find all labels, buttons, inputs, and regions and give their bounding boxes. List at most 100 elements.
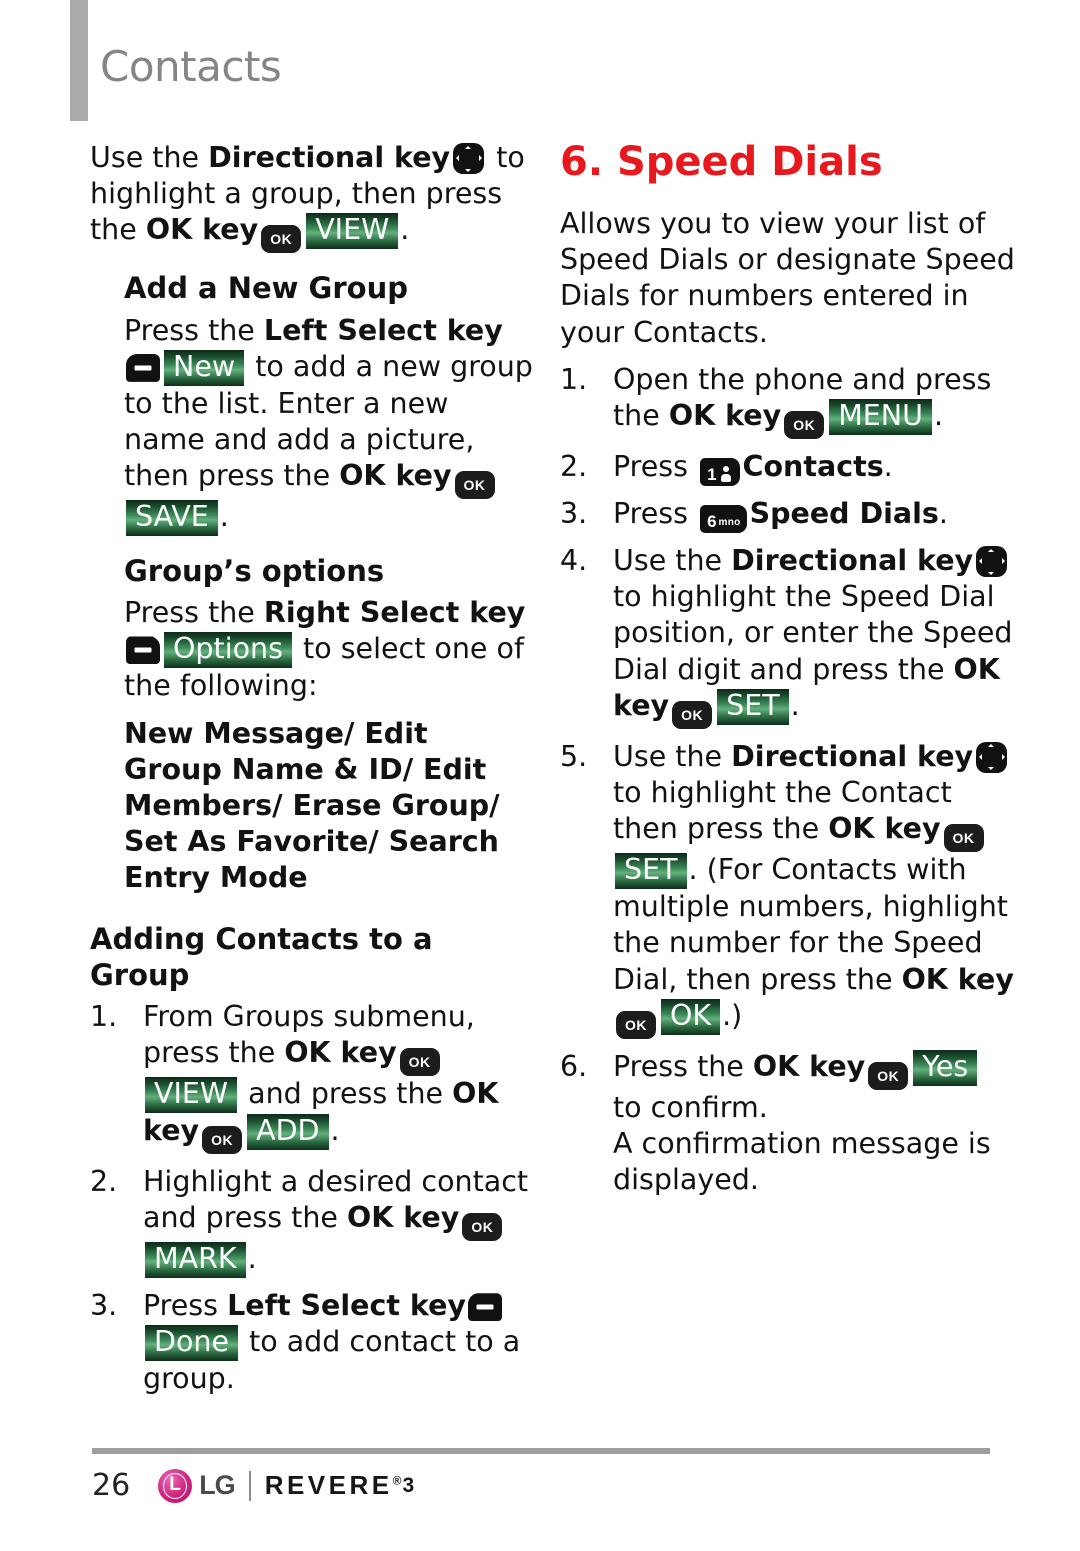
add-new-group-paragraph: Press the Left Select key New to add a ne… — [90, 313, 535, 537]
directional-key-icon — [976, 546, 1008, 578]
model-name-text: REVERE — [264, 1470, 393, 1500]
directional-key-icon — [976, 741, 1008, 773]
intro-text-a: Use the — [90, 141, 209, 174]
step-directional-key-label: Directional key — [731, 739, 974, 773]
intro-paragraph: Use the Directional key to highlight a g… — [90, 140, 535, 254]
step-text-a: Press — [613, 497, 698, 531]
ok-key-icon: OK — [462, 1213, 503, 1242]
intro-text-end: . — [400, 213, 410, 247]
badge-yes: Yes — [913, 1049, 978, 1086]
adding-contacts-steps: 1. From Groups submenu, press the OK key O… — [90, 999, 535, 1398]
step-ok-label: OK — [901, 962, 948, 996]
speed-dials-steps: 1. Open the phone and press the OK key OK M… — [560, 362, 1015, 1199]
step-text-a: Press the — [613, 1049, 753, 1083]
ok-key-icon: OK — [943, 824, 984, 853]
left-select-key-icon — [468, 1293, 503, 1322]
step-item: 3. Press 6 mno Speed Dials. — [560, 496, 1015, 534]
ok-key-icon: OK — [399, 1048, 440, 1077]
step-text-c: and press the — [239, 1077, 453, 1111]
step-number: 5. — [560, 739, 588, 773]
badge-menu: MENU — [829, 399, 932, 435]
model-name: REVERE® — [265, 1470, 402, 1501]
ok-key-icon: OK — [868, 1061, 909, 1090]
group-options-paragraph: Press the Right Select key Options to sel… — [90, 595, 535, 704]
intro-ok-key-label: OK key — [145, 213, 259, 247]
ok-key-icon: OK — [672, 700, 713, 729]
step-text-end: . — [933, 399, 944, 433]
ok-key-icon: OK — [616, 1010, 656, 1039]
badge-view: VIEW — [306, 213, 399, 250]
gop-right-select-label: Right Select key — [263, 596, 526, 630]
step-directional-key-label: Directional key — [731, 544, 974, 578]
step-text-end: . — [938, 497, 948, 531]
footer-brand-divider — [248, 1470, 251, 1501]
step-text-end: . — [247, 1242, 257, 1276]
page-number: 26 — [92, 1468, 131, 1503]
step-left-select-label: Left Select key — [227, 1289, 467, 1323]
step-number: 2. — [90, 1165, 118, 1199]
angp-text-end: . — [219, 500, 229, 534]
step-number: 4. — [560, 544, 588, 578]
step-number: 1. — [90, 999, 118, 1033]
footer-divider — [92, 1448, 990, 1454]
step-number: 1. — [560, 362, 588, 396]
angp-ok-key-label: OK key — [339, 459, 452, 493]
ok-key-icon: OK — [261, 225, 302, 254]
left-column: Use the Directional key to highlight a g… — [90, 140, 535, 1408]
step-text-c: to highlight the Speed Dial position, or… — [613, 580, 1013, 686]
badge-mark: MARK — [145, 1242, 246, 1279]
right-select-key-icon — [126, 636, 160, 665]
step-number: 2. — [560, 450, 588, 484]
badge-save: SAVE — [126, 500, 218, 537]
section-heading-speed-dials: 6. Speed Dials — [560, 139, 883, 185]
step-item: 4. Use the Directional key to highlight t… — [560, 543, 1015, 729]
badge-set: SET — [717, 688, 789, 725]
right-column: 6. Speed Dials Allows you to view your l… — [560, 140, 1015, 1208]
number-key-digit: 6 — [707, 512, 717, 532]
heading-adding-contacts-to-a-group: Adding Contacts to a Group — [90, 921, 433, 992]
step-contacts-label: Contacts — [742, 450, 884, 484]
step-confirmation-note: A confirmation message is displayed. — [613, 1126, 991, 1197]
lg-logo-icon — [158, 1468, 193, 1503]
badge-view: VIEW — [145, 1077, 238, 1114]
angp-left-select-label: Left Select key — [263, 313, 503, 347]
ok-key-icon: OK — [784, 411, 825, 440]
step-item: 3. Press Left Select key Done to add conta… — [90, 1288, 535, 1397]
page-title: Contacts — [100, 42, 282, 91]
step-item: 1. From Groups submenu, press the OK key O… — [90, 999, 535, 1155]
speed-dials-intro: Allows you to view your list of Speed Di… — [560, 207, 1015, 349]
step-text-a: Use the — [613, 739, 732, 773]
directional-key-icon — [453, 143, 485, 174]
heading-groups-options: Group’s options — [124, 554, 385, 589]
step-speed-dials-label: Speed Dials — [749, 497, 939, 531]
step-ok-key-label: OK key — [284, 1036, 397, 1070]
step-ok-key-label: OK key — [346, 1201, 460, 1235]
voicemail-glyph — [720, 465, 734, 485]
step-text-end: . — [330, 1114, 340, 1148]
step-ok-key-label: OK key — [668, 399, 782, 433]
step-text-end: .) — [722, 998, 743, 1032]
step-item: 5. Use the Directional key to highlight t… — [560, 739, 1015, 1039]
badge-add: ADD — [247, 1114, 329, 1150]
step-number: 6. — [560, 1049, 588, 1083]
gop-text-a: Press the — [124, 596, 264, 630]
number-key-6-icon: 6 mno — [700, 505, 747, 534]
badge-ok: OK — [661, 998, 721, 1035]
step-item: 2. Highlight a desired contact and press … — [90, 1164, 535, 1279]
badge-set: SET — [615, 853, 687, 890]
step-text-a: Use the — [613, 544, 732, 578]
step-text-end: . — [883, 450, 893, 484]
lg-brand-text: LG — [199, 1470, 235, 1500]
group-options-list: New Message/ Edit Group Name & ID/ Edit … — [124, 716, 500, 895]
step-text-c: to confirm. — [613, 1090, 768, 1124]
ok-key-icon: OK — [202, 1126, 243, 1155]
badge-options: Options — [164, 632, 292, 669]
step-text-a: Press — [613, 450, 698, 484]
angp-text-a: Press the — [124, 313, 264, 347]
heading-add-a-new-group: Add a New Group — [124, 271, 408, 306]
step-text-a: Press — [143, 1289, 228, 1323]
number-key-letters: mno — [718, 517, 741, 529]
header-accent-bar — [70, 0, 88, 121]
footer: 26 LG REVERE® 3 — [92, 1468, 414, 1503]
number-key-digit: 1 — [707, 465, 717, 485]
